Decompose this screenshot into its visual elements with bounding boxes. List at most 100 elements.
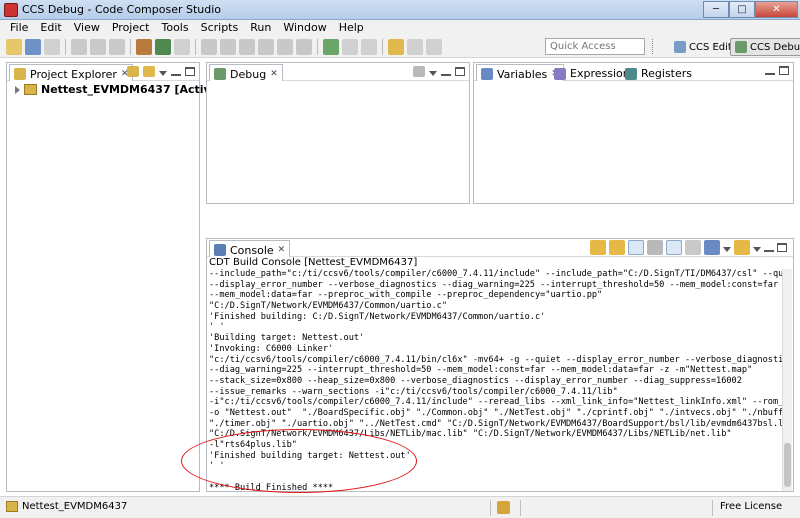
view-menu-icon[interactable] [429, 70, 437, 76]
maximize-icon[interactable] [185, 67, 195, 76]
word-wrap-icon[interactable] [666, 240, 682, 255]
scroll-lock-icon[interactable] [628, 240, 644, 255]
save-all-icon[interactable] [44, 39, 60, 55]
console-title: CDT Build Console [Nettest_EVMDM6437] [209, 257, 418, 268]
tab-label: Console [230, 243, 274, 257]
toolbar-icons [6, 39, 442, 55]
perspective-label: CCS Edit [689, 41, 732, 53]
maximize-icon[interactable] [779, 66, 789, 75]
maximize-icon[interactable] [455, 67, 465, 76]
target-config-icon[interactable] [342, 39, 358, 55]
clear-console-icon[interactable] [647, 240, 663, 255]
ccs-edit-icon [674, 41, 686, 53]
minimize-button[interactable]: ─ [703, 1, 729, 18]
show-console-icon[interactable] [685, 240, 701, 255]
console-line: "C:/D.SignT/Network/EVMDM6437/Libs/NETLi… [209, 429, 732, 440]
new-icon[interactable] [6, 39, 22, 55]
console-line: --diag_warning=225 --interrupt_threshold… [209, 365, 753, 376]
save-icon[interactable] [25, 39, 41, 55]
title-bar: CCS Debug - Code Composer Studio ─ □ ✕ [0, 0, 800, 20]
suspend-icon[interactable] [220, 39, 236, 55]
step-return-icon[interactable] [296, 39, 312, 55]
remove-all-icon[interactable] [413, 66, 425, 77]
console-line: 'Building target: Nettest.out' [209, 333, 365, 344]
paste-icon[interactable] [109, 39, 125, 55]
gear-icon[interactable] [323, 39, 339, 55]
console-line: "c:/ti/ccsv6/tools/compiler/c6000_7.4.11… [209, 354, 783, 365]
console-line: **** Build Finished **** [209, 482, 334, 491]
collapse-all-icon[interactable] [127, 66, 139, 77]
tab-console[interactable]: Console ✕ [209, 240, 291, 257]
console-scrollbar[interactable] [782, 269, 792, 491]
expand-icon[interactable] [15, 85, 20, 94]
view-menu-icon[interactable] [159, 70, 167, 76]
debug-icon[interactable] [155, 39, 171, 55]
open-console-icon[interactable] [734, 240, 750, 255]
console-line: -o "Nettest.out" "./BoardSpecific.obj" "… [209, 407, 783, 418]
tab-project-explorer[interactable]: Project Explorer ✕ [9, 64, 134, 81]
status-project: Nettest_EVMDM6437 [6, 501, 127, 512]
minimize-icon[interactable] [764, 243, 774, 252]
tab-debug[interactable]: Debug ✕ [209, 64, 283, 81]
display-console-icon[interactable] [704, 240, 720, 255]
menu-project[interactable]: Project [106, 20, 156, 36]
menu-file[interactable]: File [4, 20, 34, 36]
perspective-grip[interactable] [652, 39, 654, 54]
terminate-icon[interactable] [239, 39, 255, 55]
next-error-icon[interactable] [590, 240, 606, 255]
tab-label: Variables [497, 67, 548, 81]
close-icon[interactable]: ✕ [278, 245, 286, 255]
window-controls: ─ □ ✕ [703, 1, 798, 18]
tab-registers[interactable]: Registers [621, 64, 696, 81]
main-toolbar: CCS Edit CCS Debug [0, 36, 800, 58]
previous-error-icon[interactable] [609, 240, 625, 255]
menu-edit[interactable]: Edit [34, 20, 67, 36]
quick-access-input[interactable] [545, 38, 645, 55]
menu-scripts[interactable]: Scripts [195, 20, 245, 36]
toolbar-separator [130, 39, 131, 55]
console-line: 'Invoking: C6000 Linker' [209, 343, 334, 354]
step-over-icon[interactable] [277, 39, 293, 55]
close-button[interactable]: ✕ [755, 1, 798, 18]
build-icon[interactable] [136, 39, 152, 55]
open-console-menu-icon[interactable] [753, 246, 761, 252]
menu-tools[interactable]: Tools [155, 20, 194, 36]
link-editor-icon[interactable] [143, 66, 155, 77]
perspective-ccs-debug[interactable]: CCS Debug [730, 38, 800, 56]
resume-icon[interactable] [201, 39, 217, 55]
debug-tabbar: Debug ✕ [207, 63, 469, 81]
flash-icon[interactable] [174, 39, 190, 55]
console-output[interactable]: --include_path="c:/ti/ccsv6/tools/compil… [209, 269, 783, 491]
display-console-menu-icon[interactable] [723, 246, 731, 252]
status-bar: Nettest_EVMDM6437 Free License [0, 496, 800, 518]
maximize-button[interactable]: □ [729, 1, 755, 18]
connect-icon[interactable] [361, 39, 377, 55]
console-line: --stack_size=0x800 --heap_size=0x800 --v… [209, 375, 742, 386]
minimize-icon[interactable] [441, 67, 451, 76]
pin-icon[interactable] [388, 39, 404, 55]
status-project-label: Nettest_EVMDM6437 [22, 501, 128, 512]
menu-window[interactable]: Window [277, 20, 332, 36]
forward-icon[interactable] [426, 39, 442, 55]
maximize-icon[interactable] [777, 243, 787, 252]
license-status-icon[interactable] [497, 501, 510, 514]
close-icon[interactable]: ✕ [270, 69, 278, 79]
menu-help[interactable]: Help [333, 20, 370, 36]
toolbar-separator [195, 39, 196, 55]
back-icon[interactable] [407, 39, 423, 55]
copy-icon[interactable] [90, 39, 106, 55]
minimize-icon[interactable] [765, 66, 775, 75]
step-into-icon[interactable] [258, 39, 274, 55]
perspective-ccs-edit[interactable]: CCS Edit [669, 38, 737, 56]
console-line: --mem_model:data=far --preproc_with_comp… [209, 290, 603, 301]
scrollbar-thumb[interactable] [784, 443, 791, 487]
console-line: -l"rts64plus.lib" [209, 440, 297, 450]
console-line: --display_error_number --verbose_diagnos… [209, 279, 779, 290]
registers-icon [625, 67, 637, 80]
minimize-icon[interactable] [171, 67, 181, 76]
menu-run[interactable]: Run [244, 20, 277, 36]
free-license-label: Free License [720, 501, 783, 512]
cut-icon[interactable] [71, 39, 87, 55]
menu-view[interactable]: View [68, 20, 106, 36]
